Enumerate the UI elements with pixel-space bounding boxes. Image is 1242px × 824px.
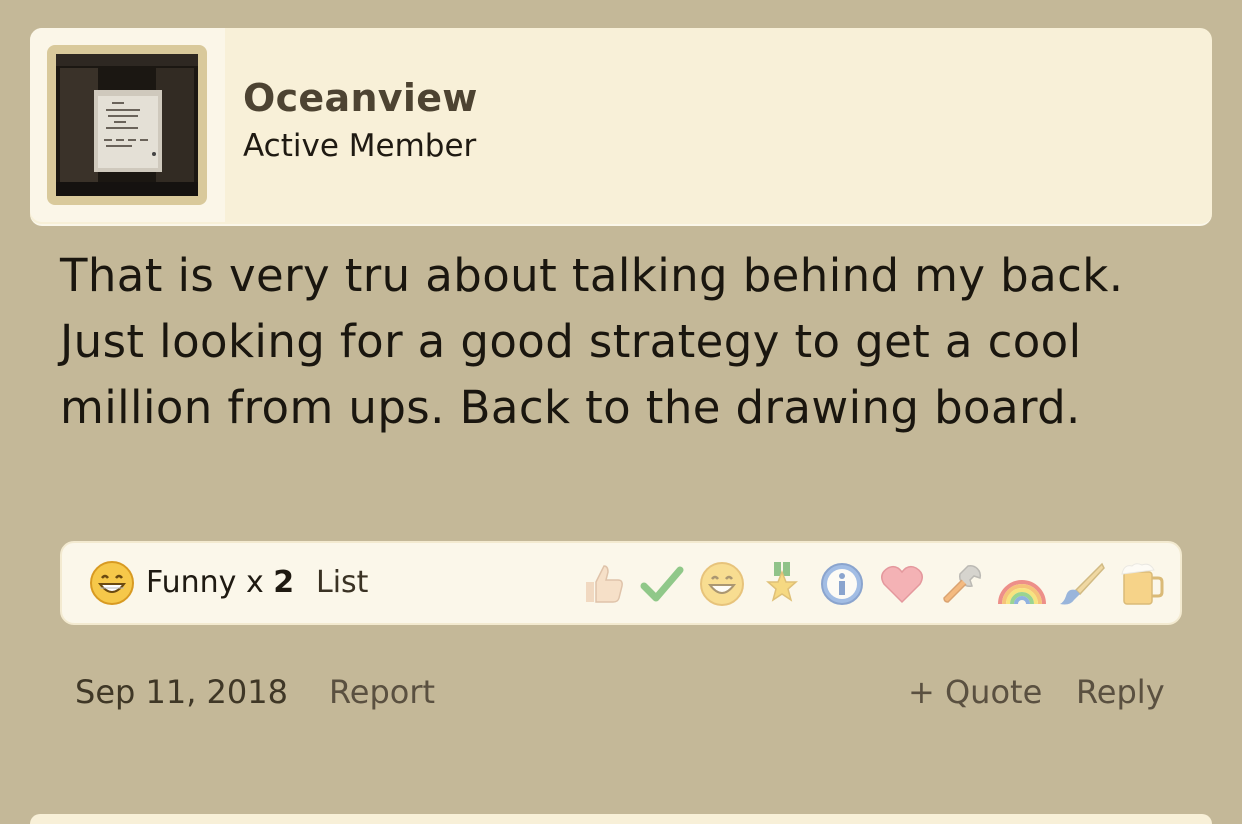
checkmark-icon[interactable] (638, 560, 686, 608)
winner-icon[interactable] (758, 560, 806, 608)
user-title: Active Member (243, 128, 477, 164)
user-card: Oceanview Active Member (30, 28, 1212, 226)
reaction-summary[interactable]: Funny x 2 (146, 563, 294, 603)
creative-icon[interactable] (1058, 560, 1106, 608)
funny-reaction-icon (89, 560, 135, 606)
rainbow-icon[interactable] (998, 560, 1046, 608)
next-post-card (30, 814, 1212, 824)
username[interactable]: Oceanview (243, 78, 478, 118)
quote-button[interactable]: + Quote (908, 670, 1042, 714)
avatar-image (56, 54, 198, 196)
funny-icon[interactable] (698, 560, 746, 608)
avatar-container (30, 28, 225, 222)
informative-icon[interactable] (818, 560, 866, 608)
love-icon[interactable] (878, 560, 926, 608)
report-link[interactable]: Report (329, 670, 435, 714)
thumbs-up-icon[interactable] (578, 560, 626, 608)
reaction-picker (578, 557, 1166, 611)
reply-button[interactable]: Reply (1076, 670, 1165, 714)
avatar[interactable] (47, 45, 207, 205)
post-date[interactable]: Sep 11, 2018 (75, 670, 288, 714)
post-footer: Sep 11, 2018 Report + Quote Reply (0, 670, 1242, 714)
reaction-count: 2 (273, 565, 295, 600)
beer-icon[interactable] (1118, 560, 1166, 608)
reactions-bar: Funny x 2 List (60, 541, 1182, 625)
reactions-list-link[interactable]: List (316, 563, 368, 603)
useful-icon[interactable] (938, 560, 986, 608)
post-message: That is very tru about talking behind my… (60, 249, 1124, 434)
reaction-summary-label: Funny x (146, 565, 274, 600)
